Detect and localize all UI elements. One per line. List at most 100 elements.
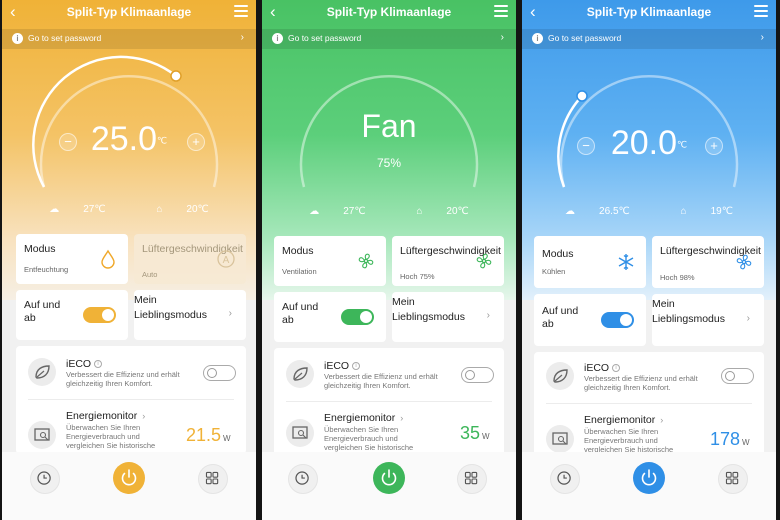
- password-bar[interactable]: i Go to set password ›: [2, 29, 256, 49]
- favorite-mode-card[interactable]: Mein Lieblingsmodus ›: [392, 292, 504, 342]
- energy-unit: W: [223, 434, 231, 443]
- password-bar[interactable]: i Go to set password ›: [522, 29, 776, 49]
- password-bar[interactable]: i Go to set password ›: [262, 29, 516, 49]
- fan-percent: 75%: [376, 156, 402, 170]
- chevron-right-icon: ›: [760, 32, 764, 43]
- eco-title: iECO i: [324, 360, 361, 372]
- back-arrow-icon[interactable]: ‹: [10, 3, 24, 21]
- fan-speed-value: Hoch 98%: [660, 273, 695, 282]
- menu-icon[interactable]: [494, 5, 508, 18]
- outdoor-temperature-value: 27℃: [83, 204, 106, 215]
- energy-value-number: 178: [710, 429, 741, 449]
- mode-label: Modus: [542, 248, 574, 260]
- dial-handle[interactable]: [576, 90, 588, 102]
- divider: [286, 401, 492, 402]
- fan-speed-card[interactable]: Lüftergeschwindigkeit Hoch 75%: [392, 236, 504, 286]
- info-icon: i: [532, 33, 543, 44]
- fan-icon: [358, 253, 374, 269]
- mode-card[interactable]: Modus Entfeuchtung: [16, 234, 128, 284]
- outdoor-temperature: ☁ 26.5℃: [553, 206, 642, 217]
- eco-toggle[interactable]: [461, 367, 494, 383]
- chevron-right-icon: ›: [400, 413, 404, 423]
- bottom-toolbar: [262, 452, 516, 520]
- temperature-display: 20.0℃: [522, 124, 776, 163]
- climate-readouts: ☁ 27℃ ⌂ 20℃: [2, 204, 256, 215]
- indoor-temperature-value: 19℃: [710, 206, 733, 217]
- cloud-icon: ☁: [565, 206, 576, 217]
- eco-toggle[interactable]: [721, 368, 754, 384]
- chevron-right-icon: ›: [660, 415, 664, 425]
- bottom-toolbar: [2, 452, 256, 520]
- swing-toggle[interactable]: [341, 309, 374, 325]
- swing-label: Auf und ab: [24, 299, 61, 324]
- eco-toggle[interactable]: [203, 365, 236, 381]
- app-header: ‹ Split-Typ Klimaanlage: [2, 0, 256, 25]
- info-icon: i: [272, 33, 283, 44]
- fan-speed-card[interactable]: Lüftergeschwindigkeit Hoch 98%: [652, 236, 764, 288]
- fan-icon: [476, 253, 492, 269]
- favorite-mode-card[interactable]: Mein Lieblingsmodus ›: [652, 294, 764, 346]
- page-title: Split-Typ Klimaanlage: [66, 5, 192, 19]
- more-functions-button[interactable]: [198, 464, 228, 494]
- info-icon[interactable]: i: [94, 360, 103, 369]
- more-functions-button[interactable]: [457, 464, 487, 494]
- cloud-icon: ☁: [49, 204, 60, 215]
- power-button[interactable]: [633, 462, 665, 494]
- power-button[interactable]: [113, 462, 145, 494]
- mode-label: Modus: [282, 245, 314, 257]
- favorite-mode-label: Mein Lieblingsmodus: [134, 294, 207, 321]
- chevron-right-icon: ›: [746, 313, 750, 324]
- menu-icon[interactable]: [754, 5, 768, 18]
- clock-icon: [37, 471, 51, 485]
- password-bar-label: Go to set password: [548, 33, 622, 43]
- phone-screen-ventilation: ‹ Split-Typ Klimaanlage i Go to set pass…: [262, 0, 516, 520]
- energy-value: 178 W: [710, 429, 750, 450]
- mode-value: Ventilation: [282, 267, 317, 276]
- energy-unit: W: [742, 438, 750, 447]
- bottom-toolbar: [522, 452, 776, 520]
- dial-handle[interactable]: [170, 70, 182, 82]
- eco-title: iECO i: [584, 362, 621, 374]
- more-functions-button[interactable]: [718, 464, 748, 494]
- energy-monitor-title[interactable]: Energiemonitor ›: [324, 412, 403, 424]
- indoor-temperature-value: 20℃: [446, 206, 469, 217]
- energy-monitor-title[interactable]: Energiemonitor ›: [66, 410, 145, 422]
- info-icon[interactable]: i: [352, 362, 361, 371]
- phone-screen-cooling: ‹ Split-Typ Klimaanlage i Go to set pass…: [522, 0, 776, 520]
- fan-speed-label: Lüftergeschwindigkeit: [660, 245, 761, 257]
- climate-readouts: ☁ 27℃ ⌂ 20℃: [262, 206, 516, 217]
- fan-icon: [736, 254, 752, 270]
- leaf-icon: [28, 358, 56, 386]
- back-arrow-icon[interactable]: ‹: [270, 3, 284, 21]
- indoor-temperature: ⌂ 19℃: [669, 206, 745, 217]
- leaf-icon: [546, 362, 574, 390]
- swing-toggle[interactable]: [601, 312, 634, 328]
- power-icon: [641, 469, 657, 486]
- power-button[interactable]: [373, 462, 405, 494]
- mode-card[interactable]: Modus Kühlen: [534, 236, 646, 288]
- energy-monitor-title-text: Energiemonitor: [584, 414, 656, 426]
- page-title: Split-Typ Klimaanlage: [326, 5, 452, 19]
- back-arrow-icon[interactable]: ‹: [530, 3, 544, 21]
- swing-toggle[interactable]: [83, 307, 116, 323]
- info-icon[interactable]: i: [612, 364, 621, 373]
- divider: [28, 399, 234, 400]
- clock-icon: [295, 471, 309, 485]
- mode-label: Modus: [24, 243, 56, 255]
- mode-card[interactable]: Modus Ventilation: [274, 236, 386, 286]
- timer-button[interactable]: [550, 464, 580, 494]
- favorite-mode-card[interactable]: Mein Lieblingsmodus ›: [134, 290, 246, 340]
- power-icon: [381, 469, 397, 486]
- indoor-temperature-value: 20℃: [186, 204, 209, 215]
- fan-speed-card[interactable]: Lüftergeschwindigkeit Auto A: [134, 234, 246, 284]
- menu-icon[interactable]: [234, 5, 248, 18]
- swing-label: Auf und ab: [282, 301, 319, 326]
- temperature-unit: ℃: [677, 139, 688, 150]
- energy-value: 35 W: [460, 423, 490, 444]
- energy-monitor-title[interactable]: Energiemonitor ›: [584, 414, 663, 426]
- password-bar-label: Go to set password: [288, 33, 362, 43]
- svg-text:A: A: [223, 255, 230, 266]
- timer-button[interactable]: [30, 464, 60, 494]
- indoor-temperature: ⌂ 20℃: [404, 206, 480, 217]
- timer-button[interactable]: [288, 464, 318, 494]
